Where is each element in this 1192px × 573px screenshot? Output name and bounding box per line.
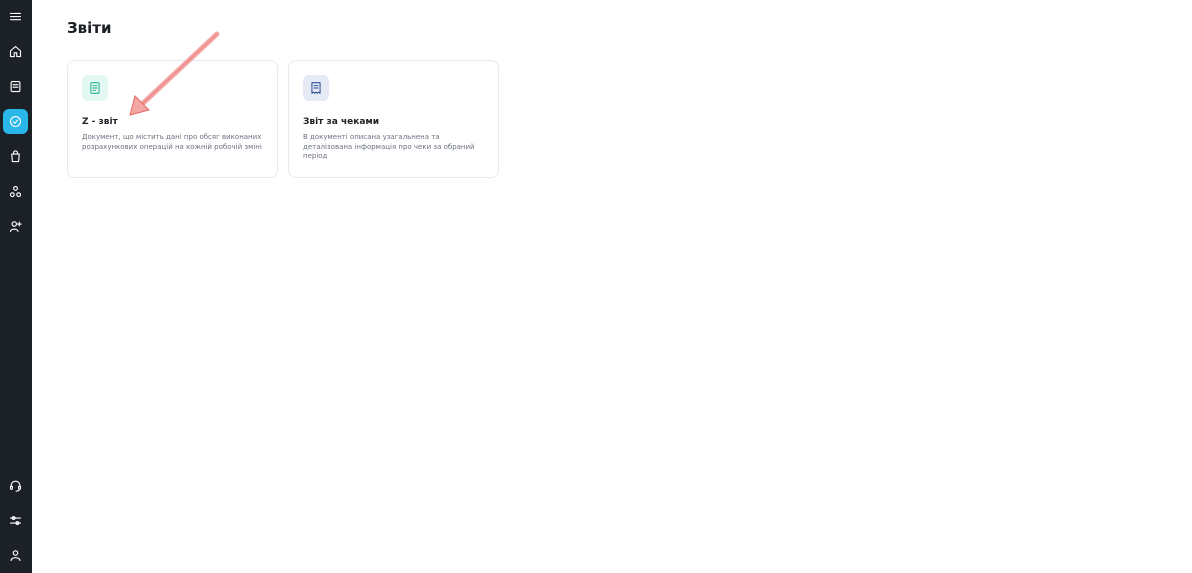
sidebar-item-users[interactable] [3, 214, 28, 239]
sidebar-item-documents[interactable] [3, 74, 28, 99]
sidebar-item-support[interactable] [3, 473, 28, 498]
shopping-bag-icon [11, 150, 20, 163]
document-icon [10, 80, 21, 93]
card-description: В документі описана узагальнена та детал… [303, 133, 475, 160]
card-description: Документ, що містить дані про обсяг вико… [82, 133, 262, 151]
card-title: Звіт за чеками [303, 117, 380, 127]
menu-button[interactable] [3, 4, 28, 29]
home-icon [9, 45, 22, 58]
reports-icon [9, 115, 22, 128]
sidebar-item-connections[interactable] [3, 179, 28, 204]
sidebar-item-home[interactable] [3, 39, 28, 64]
menu-icon [9, 12, 22, 21]
profile-icon [10, 550, 21, 562]
sidebar-item-reports[interactable] [3, 109, 28, 134]
connections-icon [9, 185, 22, 198]
sidebar-item-products[interactable] [3, 144, 28, 169]
receipt-icon [311, 82, 321, 94]
user-add-icon [9, 221, 22, 233]
sidebar-item-settings[interactable] [3, 508, 28, 533]
sidebar [0, 0, 32, 573]
z-report-icon-badge [82, 75, 108, 101]
app-root: Звіти Z - звіт Документ, що містить дані… [0, 0, 1192, 573]
main-content: Звіти Z - звіт Документ, що містить дані… [32, 0, 1192, 573]
receipt-icon-badge [303, 75, 329, 101]
settings-sliders-icon [9, 516, 22, 525]
card-title: Z - звіт [82, 117, 118, 127]
support-headset-icon [9, 480, 22, 492]
z-report-card[interactable]: Z - звіт Документ, що містить дані про о… [67, 60, 278, 178]
sidebar-item-profile[interactable] [3, 543, 28, 568]
receipts-report-card[interactable]: Звіт за чеками В документі описана узага… [288, 60, 499, 178]
z-report-icon [90, 82, 100, 94]
page-title: Звіти [67, 19, 112, 37]
